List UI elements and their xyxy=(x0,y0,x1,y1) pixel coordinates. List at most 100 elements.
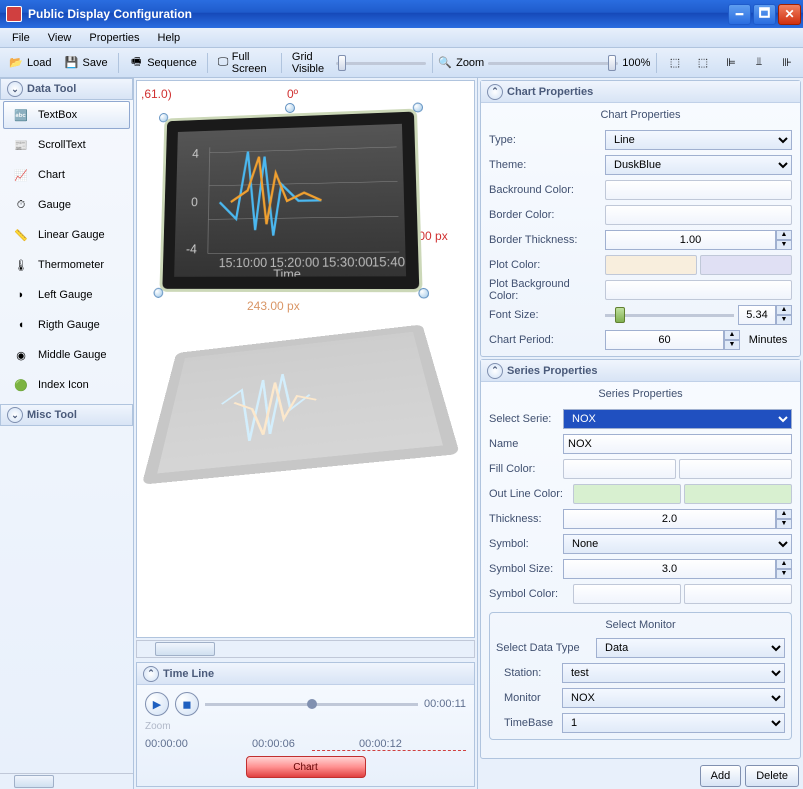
tool-right-gauge[interactable]: ◖Rigth Gauge xyxy=(3,311,130,339)
add-button[interactable]: Add xyxy=(700,765,742,787)
menu-view[interactable]: View xyxy=(40,30,80,46)
data-tool-header[interactable]: ⌄ Data Tool xyxy=(0,78,133,100)
xlabel: Time xyxy=(273,267,301,277)
timeline-chip-chart[interactable]: Chart xyxy=(246,756,366,778)
monitor-select[interactable]: NOX xyxy=(562,688,785,708)
tool-label: Gauge xyxy=(38,199,71,211)
load-button[interactable]: 📂 Load xyxy=(4,53,55,73)
outlinecolor-2[interactable] xyxy=(684,484,792,504)
plotbg-label: Plot Background Color: xyxy=(489,278,601,302)
tool-gauge[interactable]: ⏱Gauge xyxy=(3,191,130,219)
grid-slider[interactable] xyxy=(336,54,426,72)
fillcolor-1[interactable] xyxy=(563,459,676,479)
tool-textbox[interactable]: 🔤TextBox xyxy=(3,101,130,129)
xtick: 15:40:00 xyxy=(372,254,406,269)
period-input[interactable] xyxy=(605,330,724,350)
chevron-up-icon: ⌃ xyxy=(487,84,503,100)
bordercolor-button[interactable] xyxy=(605,205,792,225)
tool-label: Chart xyxy=(38,169,65,181)
period-label: Chart Period: xyxy=(489,334,601,346)
menu-properties[interactable]: Properties xyxy=(81,30,147,46)
resize-handle-ne[interactable] xyxy=(413,102,424,112)
series-props-header[interactable]: ⌃ Series Properties xyxy=(481,360,800,382)
fontsize-input[interactable] xyxy=(738,305,776,325)
save-button[interactable]: 💾 Save xyxy=(59,53,111,73)
outlinecolor-1[interactable] xyxy=(573,484,681,504)
tool-scrolltext[interactable]: 📰ScrollText xyxy=(3,131,130,159)
window-title: Public Display Configuration xyxy=(28,7,726,21)
timeline-header[interactable]: ⌃ Time Line xyxy=(137,663,474,685)
name-input[interactable] xyxy=(563,434,792,454)
tool-middle-gauge[interactable]: ◉Middle Gauge xyxy=(3,341,130,369)
symcolor-2[interactable] xyxy=(684,584,792,604)
canvas-hscroll[interactable] xyxy=(136,640,475,658)
tool-left-gauge[interactable]: ◗Left Gauge xyxy=(3,281,130,309)
resize-handle-se[interactable] xyxy=(418,288,429,299)
separator xyxy=(281,53,282,73)
tool-chart[interactable]: 📈 Chart xyxy=(3,161,130,189)
symsize-spinner[interactable]: ▲▼ xyxy=(563,559,792,579)
chart-props-header[interactable]: ⌃ Chart Properties xyxy=(481,81,800,103)
type-select[interactable]: Line xyxy=(605,130,792,150)
plotcolor-2[interactable] xyxy=(700,255,792,275)
tool-linear-gauge[interactable]: 📏Linear Gauge xyxy=(3,221,130,249)
sequence-button[interactable]: 🖷 Sequence xyxy=(124,53,201,73)
station-select[interactable]: test xyxy=(562,663,785,683)
fullscreen-button[interactable]: 🖵 Full Screen xyxy=(213,49,275,77)
minimize-button[interactable]: 🗕 xyxy=(728,4,751,25)
align-btn-1[interactable]: ⬚ xyxy=(663,53,687,73)
align-btn-5[interactable]: ⊪ xyxy=(775,53,799,73)
symcolor-1[interactable] xyxy=(573,584,681,604)
delete-button[interactable]: Delete xyxy=(745,765,799,787)
selectserie-select[interactable]: NOX xyxy=(563,409,792,429)
timeline-panel: ⌃ Time Line ▶ ◼ 00:00:11 Zoom 00:00:00 0… xyxy=(136,662,475,787)
fontsize-spinner[interactable]: ▲▼ xyxy=(738,305,792,325)
align-btn-2[interactable]: ⬚ xyxy=(691,53,715,73)
chevron-up-icon: ⌃ xyxy=(143,666,159,682)
scrolltext-icon: 📰 xyxy=(10,134,32,156)
plotbg-button[interactable] xyxy=(605,280,792,300)
timebase-select[interactable]: 1 xyxy=(562,713,785,733)
period-spinner[interactable]: ▲▼ xyxy=(605,330,740,350)
maximize-button[interactable]: 🗖 xyxy=(753,4,776,25)
borderthick-input[interactable] xyxy=(605,230,776,250)
chart-icon: 📈 xyxy=(10,164,32,186)
thickness-spinner[interactable]: ▲▼ xyxy=(563,509,792,529)
bgcolor-button[interactable] xyxy=(605,180,792,200)
ytick: -4 xyxy=(186,242,197,256)
xtick: 15:30:00 xyxy=(322,255,373,270)
design-canvas[interactable]: ,61.0) 0º 175.00 px 243.00 px 4 xyxy=(136,80,475,638)
menu-help[interactable]: Help xyxy=(150,30,189,46)
tool-thermometer[interactable]: 🌡Thermometer xyxy=(3,251,130,279)
left-gauge-icon: ◗ xyxy=(10,284,32,306)
thickness-input[interactable] xyxy=(563,509,776,529)
misc-tool-header[interactable]: ⌄ Misc Tool xyxy=(0,404,133,426)
align-btn-3[interactable]: ⊫ xyxy=(719,53,743,73)
zoom-slider[interactable] xyxy=(488,54,618,72)
tool-index-icon[interactable]: 🟢Index Icon xyxy=(3,371,130,399)
stop-button[interactable]: ◼ xyxy=(175,692,199,716)
menu-file[interactable]: File xyxy=(4,30,38,46)
toolbar: 📂 Load 💾 Save 🖷 Sequence 🖵 Full Screen G… xyxy=(0,48,803,78)
fontsize-slider[interactable] xyxy=(605,306,734,324)
tick: 00:00:06 xyxy=(252,738,295,750)
timeline-slider[interactable] xyxy=(205,694,418,714)
separator xyxy=(656,53,657,73)
resize-handle-sw[interactable] xyxy=(154,288,164,298)
fillcolor-2[interactable] xyxy=(679,459,792,479)
chart-widget[interactable]: 4 0 -4 15:10:00 15:20:00 15:30:00 15:40:… xyxy=(159,109,422,293)
align-btn-4[interactable]: ⫫ xyxy=(747,53,771,73)
plotcolor-1[interactable] xyxy=(605,255,697,275)
play-button[interactable]: ▶ xyxy=(145,692,169,716)
symsize-input[interactable] xyxy=(563,559,776,579)
symbol-select[interactable]: None xyxy=(563,534,792,554)
gridvisible-button[interactable]: Grid Visible xyxy=(288,49,332,77)
theme-select[interactable]: DuskBlue xyxy=(605,155,792,175)
timeline-ticks: 00:00:00 00:00:06 00:00:12 xyxy=(145,734,466,750)
left-hscroll[interactable] xyxy=(0,773,133,789)
thickness-label: Thickness: xyxy=(489,513,559,525)
rotate-handle[interactable] xyxy=(285,103,295,113)
borderthick-spinner[interactable]: ▲▼ xyxy=(605,230,792,250)
close-button[interactable]: ✕ xyxy=(778,4,801,25)
datatype-select[interactable]: Data xyxy=(596,638,785,658)
